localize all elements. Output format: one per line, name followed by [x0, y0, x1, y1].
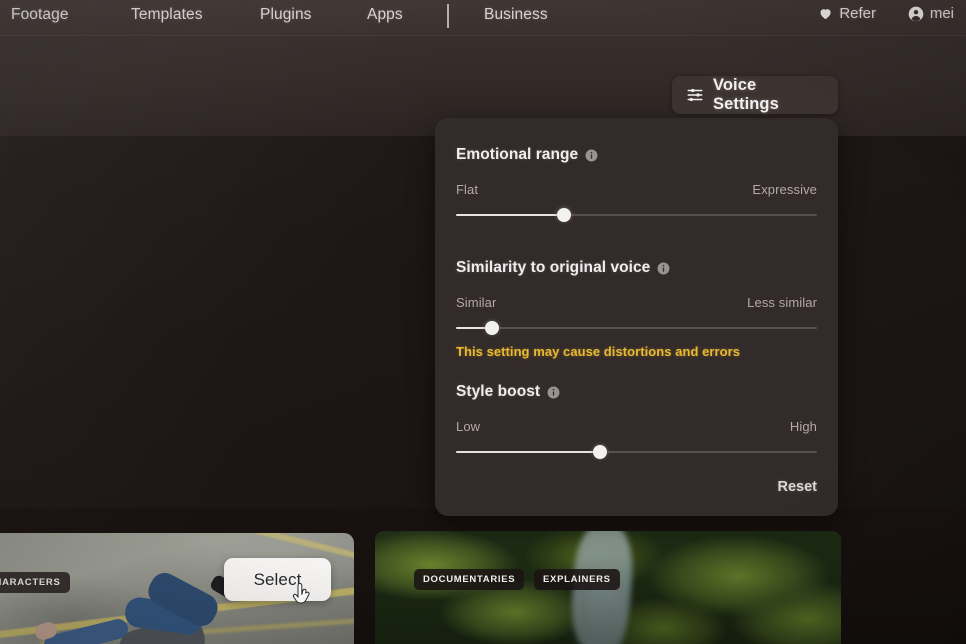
nav-item-plugins[interactable]: Plugins — [260, 6, 312, 24]
setting-title: Emotional range — [456, 146, 579, 163]
nav-item-templates[interactable]: Templates — [131, 6, 203, 24]
setting-emotional-range: Emotional range Flat Expressive — [456, 146, 817, 223]
slider-fill — [456, 451, 601, 453]
emotional-range-slider[interactable] — [456, 207, 817, 223]
setting-header: Similarity to original voice — [456, 259, 817, 277]
category-tag-documentaries[interactable]: DOCUMENTARIES — [414, 569, 525, 590]
slider-max-label: Less similar — [747, 295, 817, 310]
slider-thumb[interactable] — [593, 445, 608, 459]
slider-thumb[interactable] — [485, 321, 500, 335]
voice-settings-button[interactable]: Voice Settings — [672, 76, 838, 114]
mouse-cursor-icon — [292, 582, 312, 609]
reset-row: Reset — [778, 478, 818, 496]
slider-min-label: Low — [456, 419, 481, 434]
setting-similarity: Similarity to original voice Similar Les… — [456, 259, 817, 359]
top-navigation-bar: Footage Templates Plugins Apps Business … — [0, 0, 966, 35]
slider-min-label: Flat — [456, 182, 479, 197]
nav-item-footage[interactable]: Footage — [11, 6, 69, 24]
setting-title: Similarity to original voice — [456, 259, 651, 276]
footage-card-documentaries[interactable]: DOCUMENTARIES EXPLAINERS — [375, 531, 841, 644]
app-screen: Footage Templates Plugins Apps Business … — [0, 0, 966, 644]
slider-rail — [456, 327, 817, 329]
sliders-icon — [686, 86, 704, 104]
style-boost-slider[interactable] — [456, 444, 817, 460]
refer-label: Refer — [839, 5, 876, 22]
slider-thumb[interactable] — [557, 208, 572, 222]
setting-header: Emotional range — [456, 146, 817, 164]
voice-settings-panel: Emotional range Flat Expressive Similari… — [435, 118, 838, 516]
slider-min-label: Similar — [456, 295, 497, 310]
reset-button[interactable]: Reset — [778, 479, 818, 495]
select-button[interactable]: Select — [224, 558, 331, 601]
category-tag-explainers[interactable]: EXPLAINERS — [534, 569, 620, 590]
slider-end-labels: Flat Expressive — [456, 182, 817, 197]
similarity-warning-text: This setting may cause distortions and e… — [456, 344, 740, 359]
user-menu[interactable]: mei — [908, 5, 954, 22]
setting-title: Style boost — [456, 383, 541, 400]
info-icon[interactable] — [547, 386, 560, 399]
info-icon[interactable] — [657, 262, 670, 275]
slider-fill — [456, 214, 565, 216]
refer-button[interactable]: Refer — [818, 5, 876, 22]
user-name-label: mei — [929, 5, 954, 22]
slider-end-labels: Low High — [456, 419, 817, 434]
setting-header: Style boost — [456, 383, 817, 401]
setting-style-boost: Style boost Low High — [456, 383, 817, 460]
nav-item-business[interactable]: Business — [484, 6, 548, 24]
info-icon[interactable] — [585, 149, 598, 162]
avatar-icon — [908, 6, 924, 22]
heart-icon — [818, 6, 833, 21]
slider-max-label: High — [789, 419, 817, 434]
slider-end-labels: Similar Less similar — [456, 295, 817, 310]
similarity-slider[interactable] — [456, 320, 817, 336]
category-tag-characters[interactable]: CHARACTERS — [0, 572, 70, 593]
slider-max-label: Expressive — [752, 182, 817, 197]
nav-divider — [447, 4, 449, 28]
voice-settings-label: Voice Settings — [713, 76, 779, 113]
nav-item-apps[interactable]: Apps — [367, 6, 403, 24]
